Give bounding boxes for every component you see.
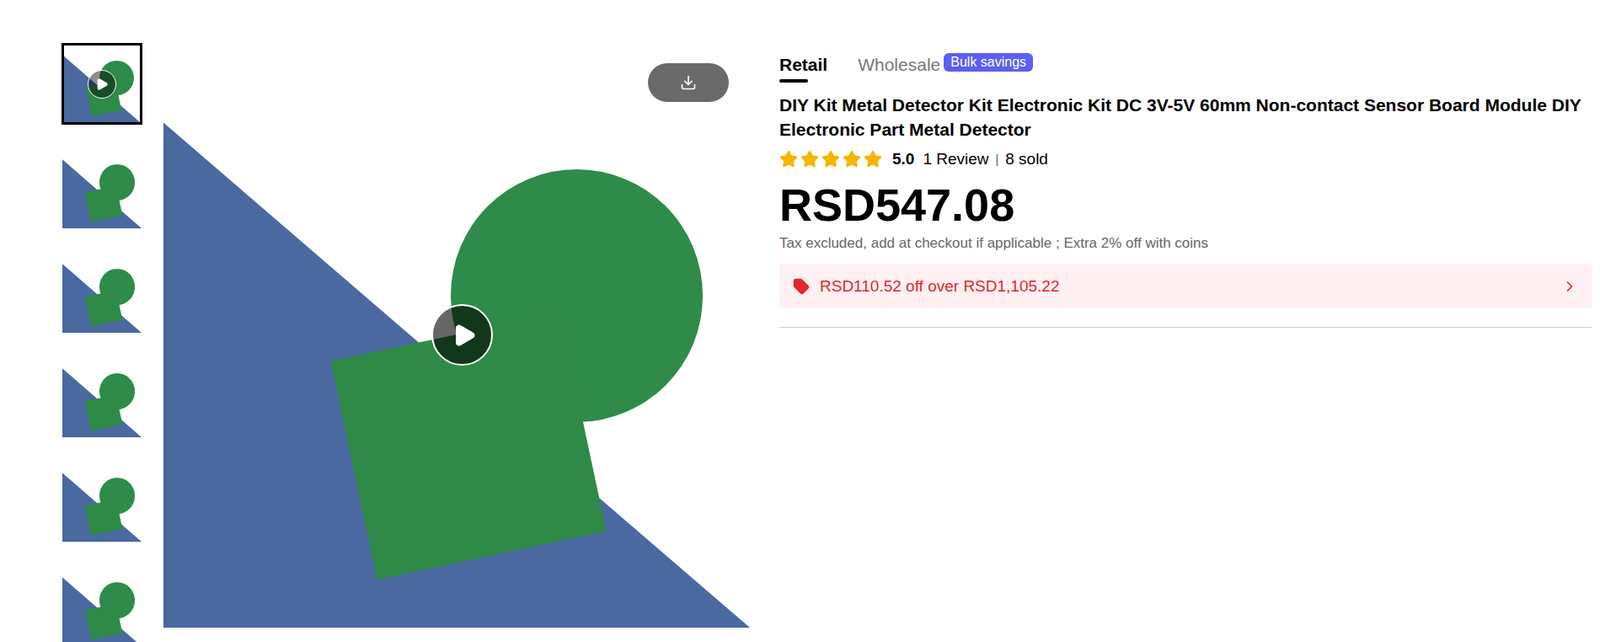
product-title: DIY Kit Metal Detector Kit Electronic Ki…: [779, 92, 1592, 142]
play-button[interactable]: [431, 304, 493, 366]
price-tabs: Retail WholesaleBulk savings: [779, 53, 1592, 83]
thumbnail[interactable]: [61, 460, 143, 543]
divider: [779, 326, 1592, 328]
star-icon: [863, 149, 883, 169]
thumbnail[interactable]: [61, 565, 143, 642]
rating-score: 5.0: [892, 148, 915, 171]
thumbnail[interactable]: [61, 356, 143, 439]
thumbnail[interactable]: [61, 251, 143, 334]
download-button[interactable]: [647, 63, 729, 102]
price: RSD547.08: [779, 178, 1592, 231]
star-icon: [800, 149, 819, 169]
tax-note: Tax excluded, add at checkout if applica…: [779, 234, 1592, 253]
product-photo: [62, 566, 142, 642]
tab[interactable]: Retail: [779, 53, 828, 83]
stars: [779, 149, 883, 169]
star-icon: [842, 149, 862, 169]
review-count[interactable]: 1 Review: [922, 148, 989, 171]
separator: |: [995, 148, 1000, 171]
download-icon: [679, 74, 697, 91]
product-photo: [62, 148, 142, 229]
play-icon: [87, 69, 117, 99]
coupon-text: RSD110.52 off over RSD1,105.22: [819, 276, 1562, 297]
chevron-right-icon: [1561, 278, 1579, 295]
sold-count: 8 sold: [1005, 148, 1049, 171]
product-page: Retail WholesaleBulk savings DIY Kit Metal…: [0, 0, 1600, 642]
coupon-bar[interactable]: RSD110.52 off over RSD1,105.22: [779, 264, 1592, 308]
star-icon: [779, 149, 798, 169]
tag-icon: [792, 278, 810, 295]
product-photo: [62, 252, 142, 333]
rating-row: 5.0 1 Review |8 sold: [779, 148, 1592, 171]
thumbnail[interactable]: [61, 42, 143, 125]
badge: Bulk savings: [943, 53, 1033, 72]
thumbnail-list: [61, 42, 143, 642]
tab[interactable]: WholesaleBulk savings: [857, 53, 1033, 77]
tab-underline: [779, 79, 809, 83]
product-photo: [62, 357, 142, 438]
product-info: Retail WholesaleBulk savings DIY Kit Metal…: [779, 42, 1600, 642]
star-icon: [821, 149, 841, 169]
product-photo: [62, 461, 142, 542]
play-icon: [451, 322, 477, 348]
thumbnail[interactable]: [61, 147, 143, 230]
main-image[interactable]: [163, 40, 750, 628]
